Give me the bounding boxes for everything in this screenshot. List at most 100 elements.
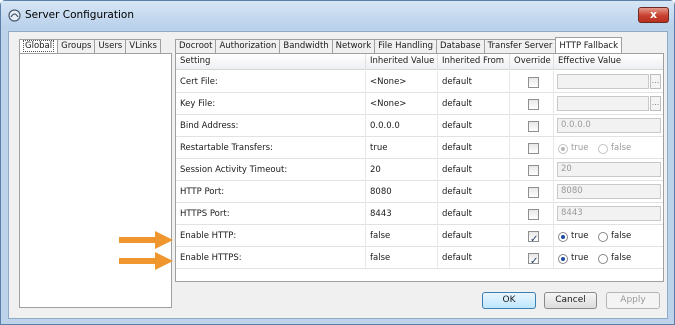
cell-inherited-value: false xyxy=(366,247,438,269)
radio-true-label: true xyxy=(571,253,589,263)
cell-inherited-from: default xyxy=(438,181,510,203)
left-tab-strip: Global Groups Users VLinks xyxy=(19,39,161,55)
cell-override xyxy=(510,115,554,137)
effective-value-field[interactable]: 8080 xyxy=(557,184,661,199)
cell-inherited-value: true xyxy=(366,137,438,159)
cell-inherited-from: default xyxy=(438,159,510,181)
override-checkbox[interactable] xyxy=(528,99,539,110)
tab-authorization[interactable]: Authorization xyxy=(215,39,281,54)
cell-inherited-value: false xyxy=(366,225,438,247)
tab-label: Transfer Server xyxy=(487,41,553,51)
cell-override xyxy=(510,159,554,181)
cell-inherited-from: default xyxy=(438,115,510,137)
table-row: Cert File: <None> default... xyxy=(176,71,663,93)
table-row: Enable HTTP:falsedefault truefalse xyxy=(176,225,663,251)
cell-override xyxy=(510,181,554,203)
tab-http-fallback[interactable]: HTTP Fallback xyxy=(555,37,623,54)
override-checkbox[interactable] xyxy=(528,143,539,154)
override-checkbox[interactable] xyxy=(528,251,539,273)
table-row: Restartable Transfers: true default true fal… xyxy=(176,137,663,159)
cell-setting: Enable HTTPS: xyxy=(176,247,366,269)
cell-setting: Enable HTTP: xyxy=(176,225,366,247)
effective-value-field[interactable] xyxy=(557,96,649,111)
radio-false[interactable] xyxy=(598,144,608,154)
cell-effective-value: true false xyxy=(554,247,663,269)
cell-effective-value: true false xyxy=(554,225,663,247)
column-header[interactable]: Inherited From xyxy=(438,54,510,70)
tab-vlinks[interactable]: VLinks xyxy=(125,39,161,54)
radio-false-label: false xyxy=(611,253,632,263)
tab-label: Docroot xyxy=(179,41,213,51)
tab-transfer-server[interactable]: Transfer Server xyxy=(483,39,557,54)
radio-true[interactable] xyxy=(558,254,568,264)
effective-value-field[interactable]: 20 xyxy=(557,162,661,177)
cell-setting: HTTPS Port: xyxy=(176,203,366,225)
tab-label: Bandwidth xyxy=(283,41,329,51)
column-header[interactable]: Inherited Value xyxy=(366,54,438,70)
cell-inherited-from: default xyxy=(438,225,510,247)
radio-true-label: true xyxy=(571,143,589,153)
cell-setting: Cert File: xyxy=(176,71,366,93)
override-checkbox[interactable] xyxy=(528,229,539,251)
cell-override xyxy=(510,137,554,159)
cell-effective-value: true false xyxy=(554,137,663,159)
cell-override xyxy=(510,247,554,273)
column-header[interactable]: Override xyxy=(510,54,554,70)
tab-label: Global xyxy=(23,40,55,52)
cell-override xyxy=(510,203,554,225)
cell-inherited-value: 20 xyxy=(366,159,438,181)
apply-button[interactable]: Apply xyxy=(606,292,660,309)
ok-button[interactable]: OK xyxy=(482,292,536,309)
tab-groups[interactable]: Groups xyxy=(57,39,96,54)
cell-override xyxy=(510,71,554,93)
column-header[interactable]: Setting xyxy=(176,54,366,70)
cell-override xyxy=(510,225,554,251)
title-bar[interactable]: Server Configuration x xyxy=(1,1,674,29)
server-configuration-window: Server Configuration x Global Groups Users… xyxy=(0,0,675,325)
cancel-button[interactable]: Cancel xyxy=(544,292,597,309)
effective-value-field[interactable]: 0.0.0.0 xyxy=(557,118,661,133)
radio-false[interactable] xyxy=(598,232,608,242)
cell-setting: Restartable Transfers: xyxy=(176,137,366,159)
radio-false[interactable] xyxy=(598,254,608,264)
cell-inherited-value: 8443 xyxy=(366,203,438,225)
close-icon: x xyxy=(649,8,658,21)
cell-effective-value: 8080 xyxy=(554,181,663,203)
tab-network[interactable]: Network xyxy=(331,39,376,54)
tab-label: VLinks xyxy=(129,41,157,51)
override-checkbox[interactable] xyxy=(528,121,539,132)
cell-effective-value: ... xyxy=(554,93,663,115)
override-checkbox[interactable] xyxy=(528,77,539,88)
radio-true-label: true xyxy=(571,231,589,241)
browse-button[interactable]: ... xyxy=(650,96,661,111)
tab-users[interactable]: Users xyxy=(94,39,127,54)
cell-setting: Session Activity Timeout: xyxy=(176,159,366,181)
override-checkbox[interactable] xyxy=(528,165,539,176)
tab-docroot[interactable]: Docroot xyxy=(175,39,217,54)
override-checkbox[interactable] xyxy=(528,187,539,198)
cell-effective-value: ... xyxy=(554,71,663,93)
override-checkbox[interactable] xyxy=(528,209,539,220)
close-button[interactable]: x xyxy=(638,7,669,23)
right-tab-strip: Docroot Authorization Bandwidth Network File… xyxy=(175,37,623,54)
tab-file-handling[interactable]: File Handling xyxy=(374,39,437,54)
tab-bandwidth[interactable]: Bandwidth xyxy=(279,39,333,54)
cell-setting: Bind Address: xyxy=(176,115,366,137)
table-row: HTTP Port: 8080 default 8080 xyxy=(176,181,663,203)
cell-inherited-from: default xyxy=(438,93,510,115)
arrow-pointer-enable-http xyxy=(119,231,173,249)
radio-true[interactable] xyxy=(558,232,568,242)
column-header[interactable]: Effective Value xyxy=(554,54,663,70)
cell-inherited-from: default xyxy=(438,71,510,93)
cell-inherited-from: default xyxy=(438,203,510,225)
cell-inherited-value: 8080 xyxy=(366,181,438,203)
tab-label: Network xyxy=(335,41,372,51)
cell-effective-value: 20 xyxy=(554,159,663,181)
effective-value-field[interactable] xyxy=(557,74,649,89)
cell-effective-value: 0.0.0.0 xyxy=(554,115,663,137)
tab-database[interactable]: Database xyxy=(436,39,485,54)
effective-value-field[interactable]: 8443 xyxy=(557,206,661,221)
radio-true[interactable] xyxy=(558,144,568,154)
browse-button[interactable]: ... xyxy=(650,74,661,89)
table-row: HTTPS Port: 8443 default 8443 xyxy=(176,203,663,225)
